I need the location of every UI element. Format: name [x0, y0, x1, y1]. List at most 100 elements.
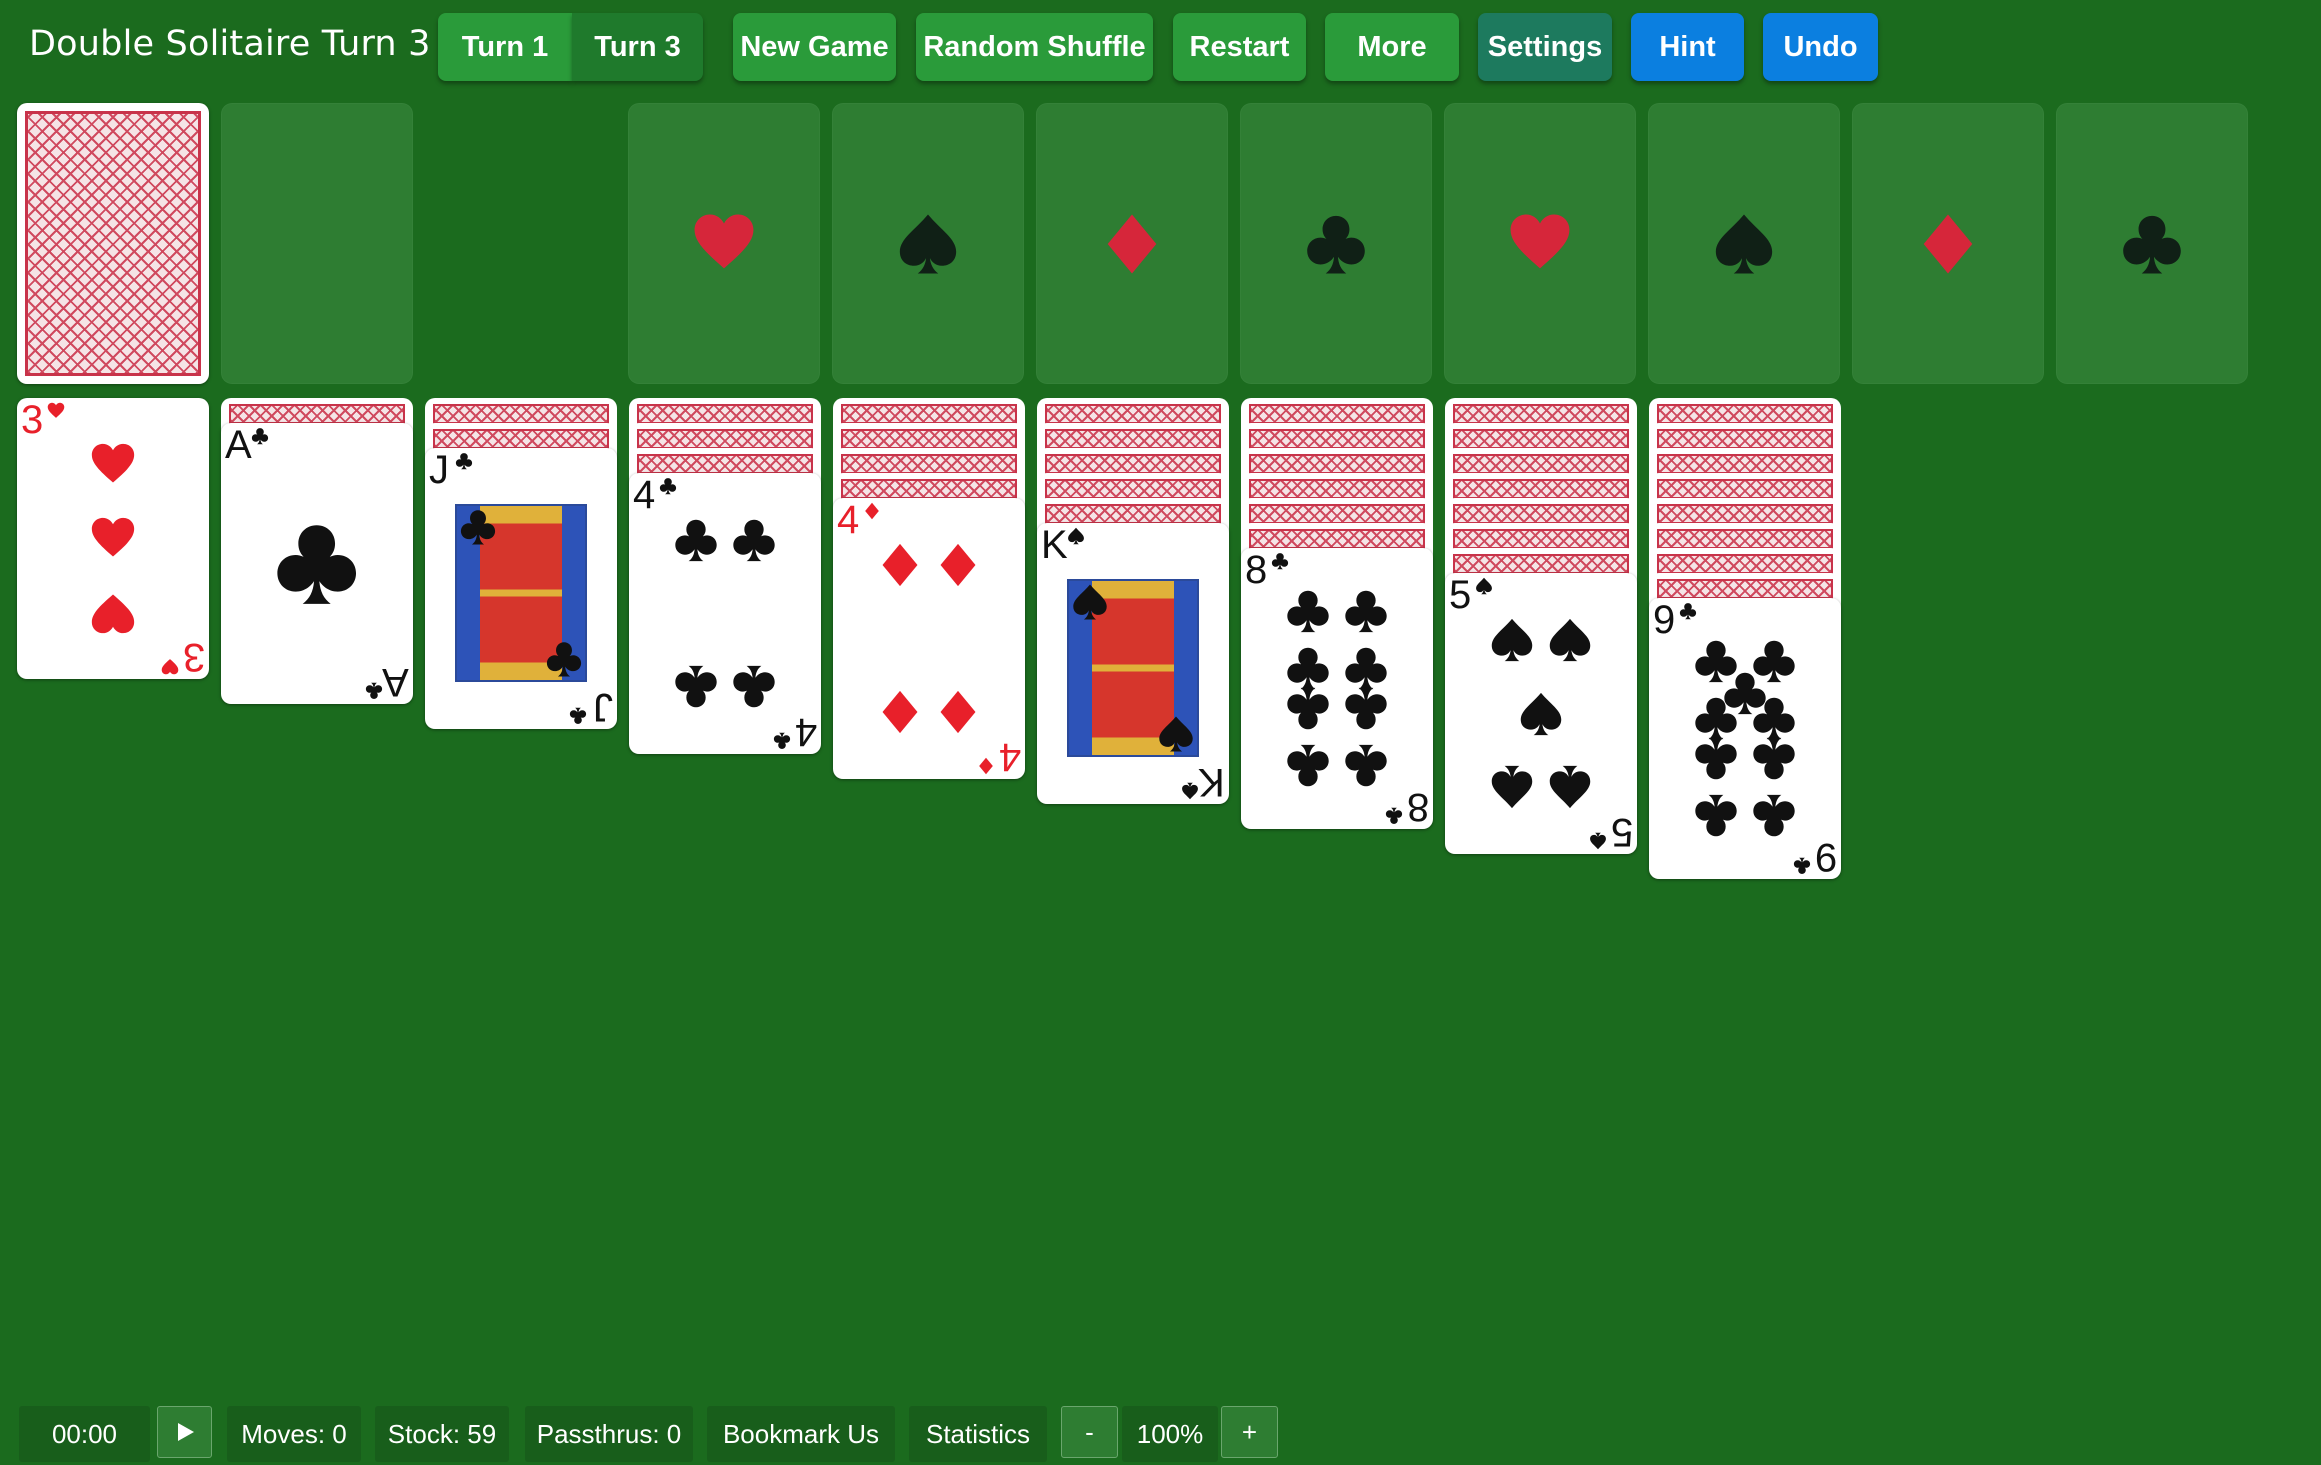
- foundation-slot[interactable]: [1444, 103, 1636, 384]
- more-button[interactable]: More: [1325, 13, 1459, 81]
- card-rank: 4: [837, 498, 860, 542]
- hint-button[interactable]: Hint: [1631, 13, 1744, 81]
- corner-club-icon: [251, 428, 269, 445]
- card-rank: J: [429, 448, 449, 492]
- foundation-slot[interactable]: [628, 103, 820, 384]
- corner-heart-icon: [47, 402, 65, 418]
- card-back-pattern: [841, 479, 1017, 499]
- pip-club-icon: [1287, 647, 1329, 690]
- zoom-in-button[interactable]: +: [1221, 1406, 1278, 1458]
- restart-button[interactable]: Restart: [1173, 13, 1306, 81]
- tableau-card[interactable]: 99: [1649, 598, 1841, 879]
- card-rank-bottom: J: [593, 685, 613, 729]
- statistics-button[interactable]: Statistics: [909, 1406, 1047, 1462]
- waste-pile[interactable]: [221, 103, 413, 384]
- corner-club-icon: [455, 453, 473, 470]
- pip-heart-icon: [91, 443, 135, 483]
- card-rank-bottom: A: [382, 660, 409, 704]
- pip-club-icon: [1345, 590, 1387, 632]
- pip-club-icon: [675, 519, 717, 561]
- card-back-pattern: [841, 454, 1017, 474]
- tableau-card[interactable]: KK: [1037, 523, 1229, 804]
- passthrus-counter: Passthrus: 0: [525, 1406, 693, 1462]
- foundation-heart-icon: [1510, 214, 1570, 268]
- card-back-pattern: [1453, 404, 1629, 424]
- corner-spade-icon: [1182, 782, 1198, 800]
- foundation-spade-icon: [899, 214, 957, 273]
- pip-club-icon: [1287, 745, 1329, 787]
- pip-club-icon: [1695, 697, 1737, 740]
- foundation-slot[interactable]: [2056, 103, 2248, 384]
- foundation-slot[interactable]: [1240, 103, 1432, 384]
- corner-club-icon: [569, 707, 587, 724]
- card-rank: 4: [633, 473, 656, 517]
- pip-club-icon: [1345, 687, 1387, 730]
- corner-spade-icon: [1068, 527, 1084, 545]
- pip-club-icon: [1695, 795, 1737, 837]
- pip-club-icon: [733, 519, 775, 561]
- card-rank-bottom: 8: [1406, 785, 1429, 829]
- card-back-pattern: [1453, 429, 1629, 449]
- card-back-pattern: [1657, 579, 1833, 599]
- card-back-pattern: [637, 454, 813, 474]
- turn-3-button[interactable]: Turn 3: [572, 13, 703, 81]
- pip-club-icon: [1695, 737, 1737, 780]
- pip-club-icon: [277, 525, 357, 604]
- pip-spade-icon: [1549, 766, 1591, 809]
- foundation-club-icon: [2123, 215, 2181, 273]
- foundation-slot[interactable]: [832, 103, 1024, 384]
- tableau-card[interactable]: 55: [1445, 573, 1637, 854]
- pip-heart-icon: [91, 517, 135, 556]
- foundation-slot[interactable]: [1036, 103, 1228, 384]
- card-back-pattern: [841, 404, 1017, 424]
- foundation-club-icon: [1307, 215, 1365, 273]
- card-back-pattern: [1045, 404, 1221, 424]
- corner-club-icon: [659, 478, 677, 495]
- play-button[interactable]: [157, 1406, 212, 1458]
- card-back-pattern: [1453, 529, 1629, 549]
- corner-heart-icon: [161, 659, 179, 675]
- card-back-pattern: [1249, 454, 1425, 474]
- stock-pile[interactable]: [17, 103, 209, 384]
- corner-spade-icon: [1476, 577, 1492, 595]
- card-back-pattern: [1453, 504, 1629, 524]
- pip-spade-icon: [1491, 766, 1533, 809]
- tableau-card[interactable]: JJ: [425, 448, 617, 729]
- pip-club-icon: [1753, 697, 1795, 740]
- card-back-pattern: [1453, 479, 1629, 499]
- card-rank-bottom: 4: [794, 710, 817, 754]
- pip-diamond-icon: [940, 691, 976, 734]
- new-game-button[interactable]: New Game: [733, 13, 896, 81]
- tableau-card[interactable]: 88: [1241, 548, 1433, 829]
- random-shuffle-button[interactable]: Random Shuffle: [916, 13, 1153, 81]
- zoom-out-button[interactable]: -: [1061, 1406, 1118, 1458]
- card-back-pattern: [1453, 454, 1629, 474]
- pip-heart-icon: [91, 594, 135, 634]
- pip-diamond-icon: [940, 543, 976, 586]
- card-back-pattern: [1045, 504, 1221, 524]
- tableau-card[interactable]: 44: [833, 498, 1025, 779]
- foundation-slot[interactable]: [1648, 103, 1840, 384]
- card-back-pattern: [229, 404, 405, 424]
- corner-club-icon: [1679, 603, 1697, 620]
- corner-club-icon: [365, 682, 383, 699]
- foundation-heart-icon: [694, 214, 754, 268]
- foundation-slot[interactable]: [1852, 103, 2044, 384]
- card-back-pattern: [1657, 429, 1833, 449]
- bookmark-button[interactable]: Bookmark Us: [707, 1406, 895, 1462]
- tableau-card[interactable]: 33: [17, 398, 209, 679]
- card-back-pattern: [1249, 529, 1425, 549]
- foundation-diamond-icon: [1107, 214, 1157, 273]
- pip-diamond-icon: [882, 691, 918, 734]
- app-title: Double Solitaire Turn 3: [29, 24, 431, 64]
- card-rank-bottom: 4: [998, 735, 1021, 779]
- pip-spade-icon: [1549, 618, 1591, 661]
- card-rank: 9: [1653, 598, 1676, 642]
- tableau-card[interactable]: AA: [221, 423, 413, 704]
- card-back-pattern: [1045, 454, 1221, 474]
- settings-button[interactable]: Settings: [1478, 13, 1612, 81]
- turn-1-button[interactable]: Turn 1: [438, 13, 572, 81]
- tableau-card[interactable]: 44: [629, 473, 821, 754]
- card-rank-bottom: 3: [182, 635, 205, 679]
- undo-button[interactable]: Undo: [1763, 13, 1878, 81]
